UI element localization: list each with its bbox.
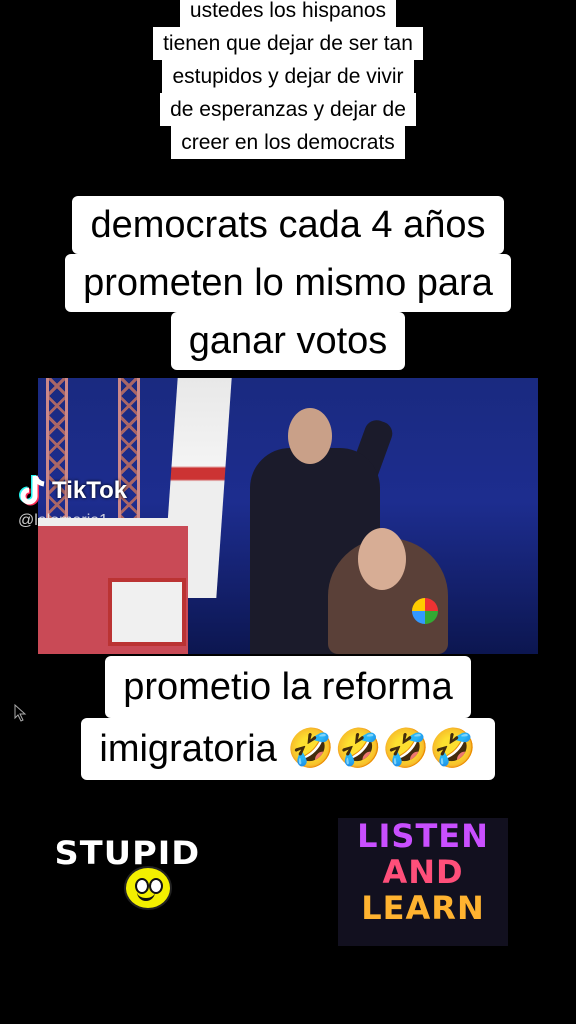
main-caption-line: ganar votos <box>170 312 406 370</box>
top-caption-line: ustedes los hispanos <box>179 0 397 27</box>
top-caption: ustedes los hispanos tienen que dejar de… <box>0 0 576 159</box>
top-caption-line: estupidos y dejar de vivir <box>162 60 414 93</box>
listen-and-learn-sticker: LISTEN AND LEARN <box>338 818 508 946</box>
bottom-caption-line: prometio la reforma <box>105 656 471 718</box>
speaker-head <box>288 408 332 464</box>
bottom-caption-line: imigratoria 🤣🤣🤣🤣 <box>81 718 495 780</box>
top-caption-line: tienen que dejar de ser tan <box>153 27 423 60</box>
main-caption: democrats cada 4 años prometen lo mismo … <box>0 196 576 370</box>
top-caption-line: creer en los democrats <box>171 126 405 159</box>
tiktok-brand: TikTok <box>52 477 128 504</box>
univision-logo-icon <box>412 598 438 624</box>
smiley-icon <box>124 866 172 910</box>
podium-sign <box>108 578 186 646</box>
learn-label: LEARN <box>361 889 485 927</box>
stupid-label: STUPID <box>54 834 201 872</box>
main-caption-line: prometen lo mismo para <box>65 254 511 312</box>
tiktok-handle[interactable]: @lalomaria1 <box>18 512 127 530</box>
listen-label: LISTEN <box>357 817 489 855</box>
bottom-caption: prometio la reforma imigratoria 🤣🤣🤣🤣 <box>0 656 576 780</box>
woman-face <box>358 528 406 590</box>
tiktok-watermark: TikTok @lalomaria1 <box>18 474 127 530</box>
tiktok-logo-icon <box>19 475 45 506</box>
main-caption-line: democrats cada 4 años <box>72 196 504 254</box>
stupid-sticker: STUPID <box>55 834 199 910</box>
and-label: AND <box>382 853 464 891</box>
top-caption-line: de esperanzas y dejar de <box>160 93 416 126</box>
